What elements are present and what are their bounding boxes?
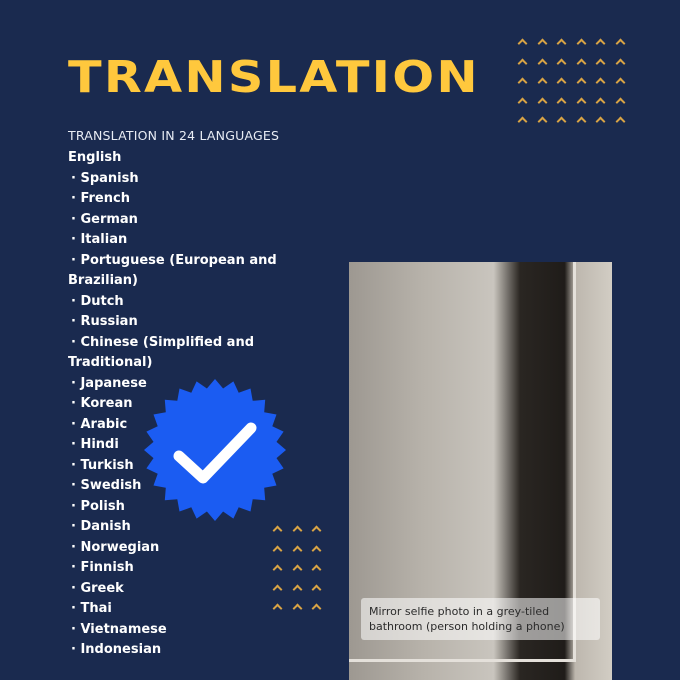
chevron-up-icon [537, 37, 547, 47]
language-primary: English [68, 150, 122, 165]
language-item: Italian [68, 230, 283, 251]
chevron-up-icon [517, 115, 527, 125]
chevron-up-icon [595, 57, 605, 67]
chevron-up-icon [537, 76, 547, 86]
chevron-up-icon [576, 57, 586, 67]
chevron-up-icon [272, 583, 282, 593]
chevron-up-icon [517, 96, 527, 106]
badge-seal-shape [144, 379, 286, 521]
language-item: Portuguese (European and Brazilian) [68, 251, 283, 292]
chevron-up-icon [517, 37, 527, 47]
chevron-up-icon [537, 115, 547, 125]
chevron-up-icon [615, 115, 625, 125]
language-item: Spanish [68, 169, 283, 190]
profile-photo: Mirror selfie photo in a grey-tiled bath… [349, 262, 612, 680]
chevron-up-icon [615, 76, 625, 86]
chevron-up-icon [615, 96, 625, 106]
chevron-up-icon [556, 76, 566, 86]
language-item: Dutch [68, 292, 283, 313]
chevron-up-icon [595, 37, 605, 47]
language-item: German [68, 210, 283, 231]
chevron-up-icon [595, 76, 605, 86]
chevron-up-icon [272, 524, 282, 534]
chevron-up-icon [556, 57, 566, 67]
language-item: Finnish [68, 558, 283, 579]
chevron-up-icon [311, 563, 321, 573]
chevron-up-icon [576, 37, 586, 47]
verified-badge [144, 379, 286, 521]
chevron-up-icon [517, 76, 527, 86]
chevron-up-icon [595, 96, 605, 106]
chevron-up-icon [556, 96, 566, 106]
chevron-up-icon [311, 602, 321, 612]
chevron-up-icon [615, 37, 625, 47]
chevron-up-icon [615, 57, 625, 67]
chevron-up-icon [537, 57, 547, 67]
chevron-up-icon [595, 115, 605, 125]
language-item: Thai [68, 599, 283, 620]
chevron-up-icon [576, 96, 586, 106]
language-item: Greek [68, 579, 283, 600]
chevron-up-icon [292, 544, 302, 554]
chevron-up-icon [292, 583, 302, 593]
language-item: French [68, 189, 283, 210]
chevron-up-icon [576, 115, 586, 125]
language-item: Norwegian [68, 538, 283, 559]
chevron-up-icon [556, 115, 566, 125]
chevron-up-icon [537, 96, 547, 106]
chevron-up-icon [292, 563, 302, 573]
page-title: TRANSLATION [68, 52, 480, 103]
language-item: Vietnamese [68, 620, 283, 641]
chevron-up-icon [292, 524, 302, 534]
chevron-up-icon [272, 563, 282, 573]
chevron-up-icon [292, 602, 302, 612]
chevron-up-icon [311, 524, 321, 534]
chevron-up-icon [272, 544, 282, 554]
chevron-pattern-bottom-left [272, 524, 321, 612]
chevron-up-icon [272, 602, 282, 612]
chevron-pattern-top-right [517, 37, 625, 125]
chevron-up-icon [517, 57, 527, 67]
language-item: Russian [68, 312, 283, 333]
chevron-up-icon [311, 583, 321, 593]
chevron-up-icon [556, 37, 566, 47]
chevron-up-icon [311, 544, 321, 554]
chevron-up-icon [576, 76, 586, 86]
subtitle: TRANSLATION IN 24 LANGUAGES [68, 128, 280, 143]
language-item: Chinese (Simplified and Traditional) [68, 333, 283, 374]
photo-description: Mirror selfie photo in a grey-tiled bath… [361, 598, 600, 640]
language-item: Indonesian [68, 640, 283, 661]
